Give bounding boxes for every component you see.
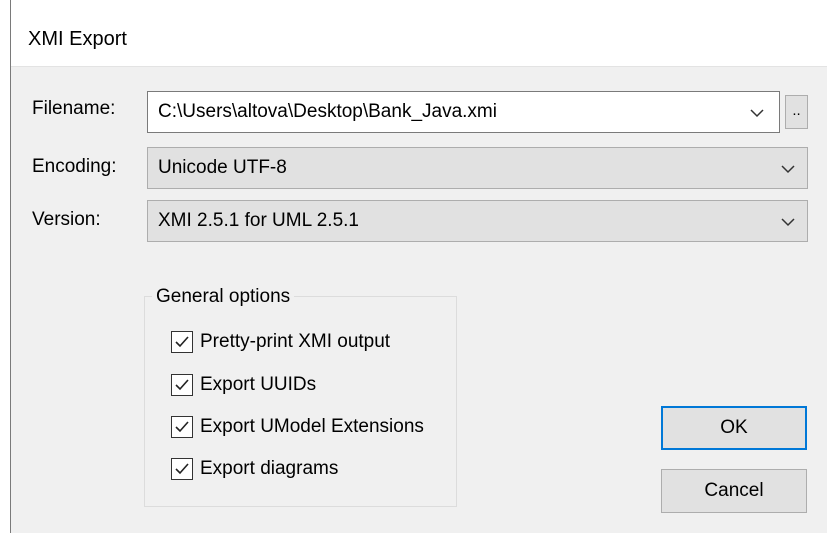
version-select[interactable]: XMI 2.5.1 for UML 2.5.1 (147, 200, 808, 242)
option-label: Export UModel Extensions (200, 416, 424, 437)
filename-label: Filename: (32, 98, 116, 119)
checkbox[interactable] (171, 416, 193, 438)
checkmark-icon (175, 379, 189, 391)
checkmark-icon (175, 336, 189, 348)
group-title: General options (152, 286, 295, 308)
encoding-label: Encoding: (32, 156, 117, 177)
cancel-button[interactable]: Cancel (661, 469, 807, 513)
dialog-title: XMI Export (28, 28, 127, 50)
xmi-export-dialog: XMI Export Filename: C:\Users\altova\Des… (10, 0, 827, 533)
checkbox[interactable] (171, 331, 193, 353)
encoding-select[interactable]: Unicode UTF-8 (147, 147, 808, 189)
version-value: XMI 2.5.1 for UML 2.5.1 (158, 210, 359, 231)
checkbox[interactable] (171, 374, 193, 396)
browse-button[interactable]: .. (785, 95, 808, 129)
option-label: Pretty-print XMI output (200, 331, 391, 352)
ok-button[interactable]: OK (661, 406, 807, 450)
checkmark-icon (175, 463, 189, 475)
chevron-down-icon[interactable] (749, 108, 765, 118)
option-label: Export diagrams (200, 458, 339, 479)
encoding-value: Unicode UTF-8 (158, 157, 287, 178)
filename-combo[interactable]: C:\Users\altova\Desktop\Bank_Java.xmi (147, 91, 780, 133)
version-label: Version: (32, 209, 101, 230)
option-label: Export UUIDs (200, 374, 317, 395)
checkmark-icon (175, 421, 189, 433)
chevron-down-icon[interactable] (780, 164, 796, 174)
checkbox[interactable] (171, 458, 193, 480)
filename-value: C:\Users\altova\Desktop\Bank_Java.xmi (158, 101, 497, 122)
title-bar: XMI Export (11, 0, 827, 67)
chevron-down-icon[interactable] (780, 217, 796, 227)
